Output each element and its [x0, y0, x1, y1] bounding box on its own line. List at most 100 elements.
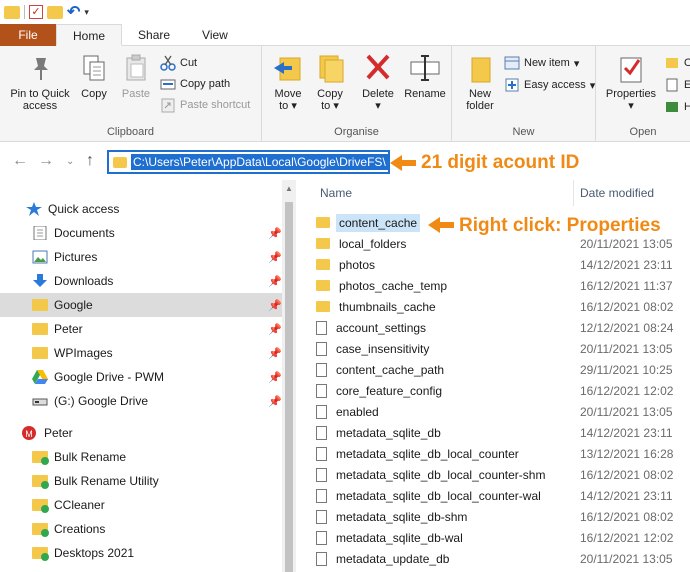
properties-button[interactable]: Properties ▾: [602, 52, 660, 112]
forward-arrow-icon[interactable]: →: [38, 152, 54, 170]
recent-locations-icon[interactable]: ⌄: [66, 156, 74, 167]
copy-to-label: Copy: [317, 88, 343, 100]
column-header-name[interactable]: Name: [320, 186, 352, 200]
history-button[interactable]: H: [664, 98, 690, 116]
nav-user-label: Peter: [44, 426, 73, 440]
folder-icon: [32, 298, 48, 312]
navigation-pane: Quick access Documents 📌 Pictures 📌 Down…: [0, 180, 296, 572]
copy-label: Copy: [81, 88, 107, 100]
table-row[interactable]: metadata_sqlite_db-shm 16/12/2021 08:02: [316, 506, 690, 527]
pin-icon[interactable]: 📌: [268, 275, 282, 288]
nav-wpimages[interactable]: WPImages 📌: [0, 341, 282, 365]
table-row[interactable]: photos 14/12/2021 23:11: [316, 254, 690, 275]
pin-icon[interactable]: 📌: [268, 251, 282, 264]
pin-to-quick-access-button[interactable]: Pin to Quick access: [4, 52, 76, 112]
pin-icon[interactable]: 📌: [268, 227, 282, 240]
file-icon: [316, 509, 327, 524]
nav-bulk-rename[interactable]: Bulk Rename: [0, 445, 282, 469]
scroll-up-icon[interactable]: ▲: [285, 184, 293, 193]
table-row[interactable]: metadata_sqlite_db_local_counter-shm 16/…: [316, 464, 690, 485]
new-folder-icon[interactable]: [47, 5, 63, 19]
organise-group: Move to ▾ Copy to ▾ Delete ▾ Rename Orga…: [262, 46, 452, 142]
table-row[interactable]: metadata_sqlite_db 14/12/2021 23:11: [316, 422, 690, 443]
folder-icon[interactable]: [4, 5, 20, 19]
table-row[interactable]: account_settings 12/12/2021 08:24: [316, 317, 690, 338]
nav-desktops-2021[interactable]: Desktops 2021: [0, 541, 282, 565]
rename-button[interactable]: Rename: [402, 52, 448, 100]
column-divider[interactable]: [573, 180, 574, 206]
file-date: 16/12/2021 08:02: [580, 299, 674, 314]
table-row[interactable]: metadata_sqlite_db_local_counter-wal 14/…: [316, 485, 690, 506]
file-date: 16/12/2021 08:02: [580, 509, 674, 524]
copy-path-label: Copy path: [180, 78, 231, 90]
toolbar-divider: [24, 5, 25, 19]
nav-downloads[interactable]: Downloads 📌: [0, 269, 282, 293]
address-bar[interactable]: C:\Users\Peter\AppData\Local\Google\Driv…: [107, 150, 390, 174]
table-row[interactable]: content_cache_path 29/11/2021 10:25: [316, 359, 690, 380]
undo-icon[interactable]: ↶: [67, 2, 80, 22]
copy-button[interactable]: Copy: [76, 52, 112, 100]
edit-button[interactable]: E: [664, 76, 690, 94]
table-row[interactable]: thumbnails_cache 16/12/2021 08:02: [316, 296, 690, 317]
file-date: 20/11/2021 13:05: [580, 236, 673, 251]
nav-ccleaner[interactable]: CCleaner: [0, 493, 282, 517]
table-row[interactable]: photos_cache_temp 16/12/2021 11:37: [316, 275, 690, 296]
pin-icon[interactable]: 📌: [268, 371, 282, 384]
new-folder-button[interactable]: New folder: [460, 52, 500, 112]
address-path[interactable]: C:\Users\Peter\AppData\Local\Google\Driv…: [131, 154, 388, 170]
nav-g-google-drive[interactable]: (G:) Google Drive 📌: [0, 389, 282, 413]
cut-button[interactable]: Cut: [160, 54, 197, 72]
tab-view[interactable]: View: [186, 24, 244, 46]
folder-shape: [32, 299, 48, 311]
tab-file[interactable]: File: [0, 24, 56, 46]
nav-scrollbar[interactable]: ▲: [282, 180, 296, 572]
nav-peter-label: Peter: [54, 322, 83, 336]
nav-bulk-rename-utility[interactable]: Bulk Rename Utility: [0, 469, 282, 493]
new-item-button[interactable]: New item ▾: [504, 54, 579, 72]
clipboard-group: Pin to Quick access Copy Paste Cut Copy …: [0, 46, 262, 142]
table-row[interactable]: metadata_sqlite_db-wal 16/12/2021 12:02: [316, 527, 690, 548]
table-row[interactable]: core_feature_config 16/12/2021 12:02: [316, 380, 690, 401]
delete-button[interactable]: Delete ▾: [358, 52, 398, 112]
pin-icon[interactable]: 📌: [268, 299, 282, 312]
up-arrow-icon[interactable]: ↑: [86, 152, 94, 170]
sync-check-icon: [41, 529, 49, 537]
table-row[interactable]: case_insensitivity 20/11/2021 13:05: [316, 338, 690, 359]
pin-icon[interactable]: 📌: [268, 395, 282, 408]
tab-home[interactable]: Home: [56, 24, 123, 46]
paste-shortcut-button[interactable]: Paste shortcut: [160, 96, 250, 114]
table-row[interactable]: metadata_update_db 20/11/2021 13:05: [316, 548, 690, 569]
nav-google-drive-pwm[interactable]: Google Drive - PWM 📌: [0, 365, 282, 389]
new-group-label: New: [512, 126, 535, 138]
tab-share[interactable]: Share: [122, 24, 186, 46]
copy-path-button[interactable]: Copy path: [160, 75, 230, 93]
open-button[interactable]: O: [664, 54, 690, 72]
paste-button[interactable]: Paste: [116, 52, 156, 100]
file-name: thumbnails_cache: [339, 299, 436, 314]
column-header-date-modified[interactable]: Date modified: [580, 186, 654, 200]
nav-user-peter[interactable]: M Peter: [0, 421, 282, 445]
nav-creations[interactable]: Creations: [0, 517, 282, 541]
copy-to-button[interactable]: Copy to ▾: [312, 52, 348, 112]
nav-scrollbar-thumb[interactable]: [285, 202, 293, 572]
pin-label-2: access: [22, 100, 58, 112]
file-date: 12/12/2021 08:24: [580, 320, 674, 335]
table-row[interactable]: metadata_sqlite_db_local_counter 13/12/2…: [316, 443, 690, 464]
nav-peter[interactable]: Peter 📌: [0, 317, 282, 341]
customize-toolbar-icon[interactable]: ▾: [84, 7, 89, 18]
nav-google[interactable]: Google 📌: [0, 293, 282, 317]
properties-icon[interactable]: ✓: [29, 5, 43, 19]
nav-pictures[interactable]: Pictures 📌: [0, 245, 282, 269]
pin-icon[interactable]: 📌: [268, 347, 282, 360]
table-row[interactable]: enabled 20/11/2021 13:05: [316, 401, 690, 422]
nav-quick-access[interactable]: Quick access: [0, 197, 282, 221]
back-arrow-icon[interactable]: ←: [12, 152, 28, 170]
pin-icon[interactable]: 📌: [268, 323, 282, 336]
move-to-button[interactable]: Move to ▾: [270, 52, 306, 112]
easy-access-button[interactable]: Easy access ▾: [504, 76, 595, 94]
folder-synced-icon: [32, 498, 49, 513]
nav-bulk-rename-utility-label: Bulk Rename Utility: [54, 474, 159, 488]
nav-documents[interactable]: Documents 📌: [0, 221, 282, 245]
move-to-suffix: to: [279, 100, 289, 112]
sync-check-icon: [41, 481, 49, 489]
